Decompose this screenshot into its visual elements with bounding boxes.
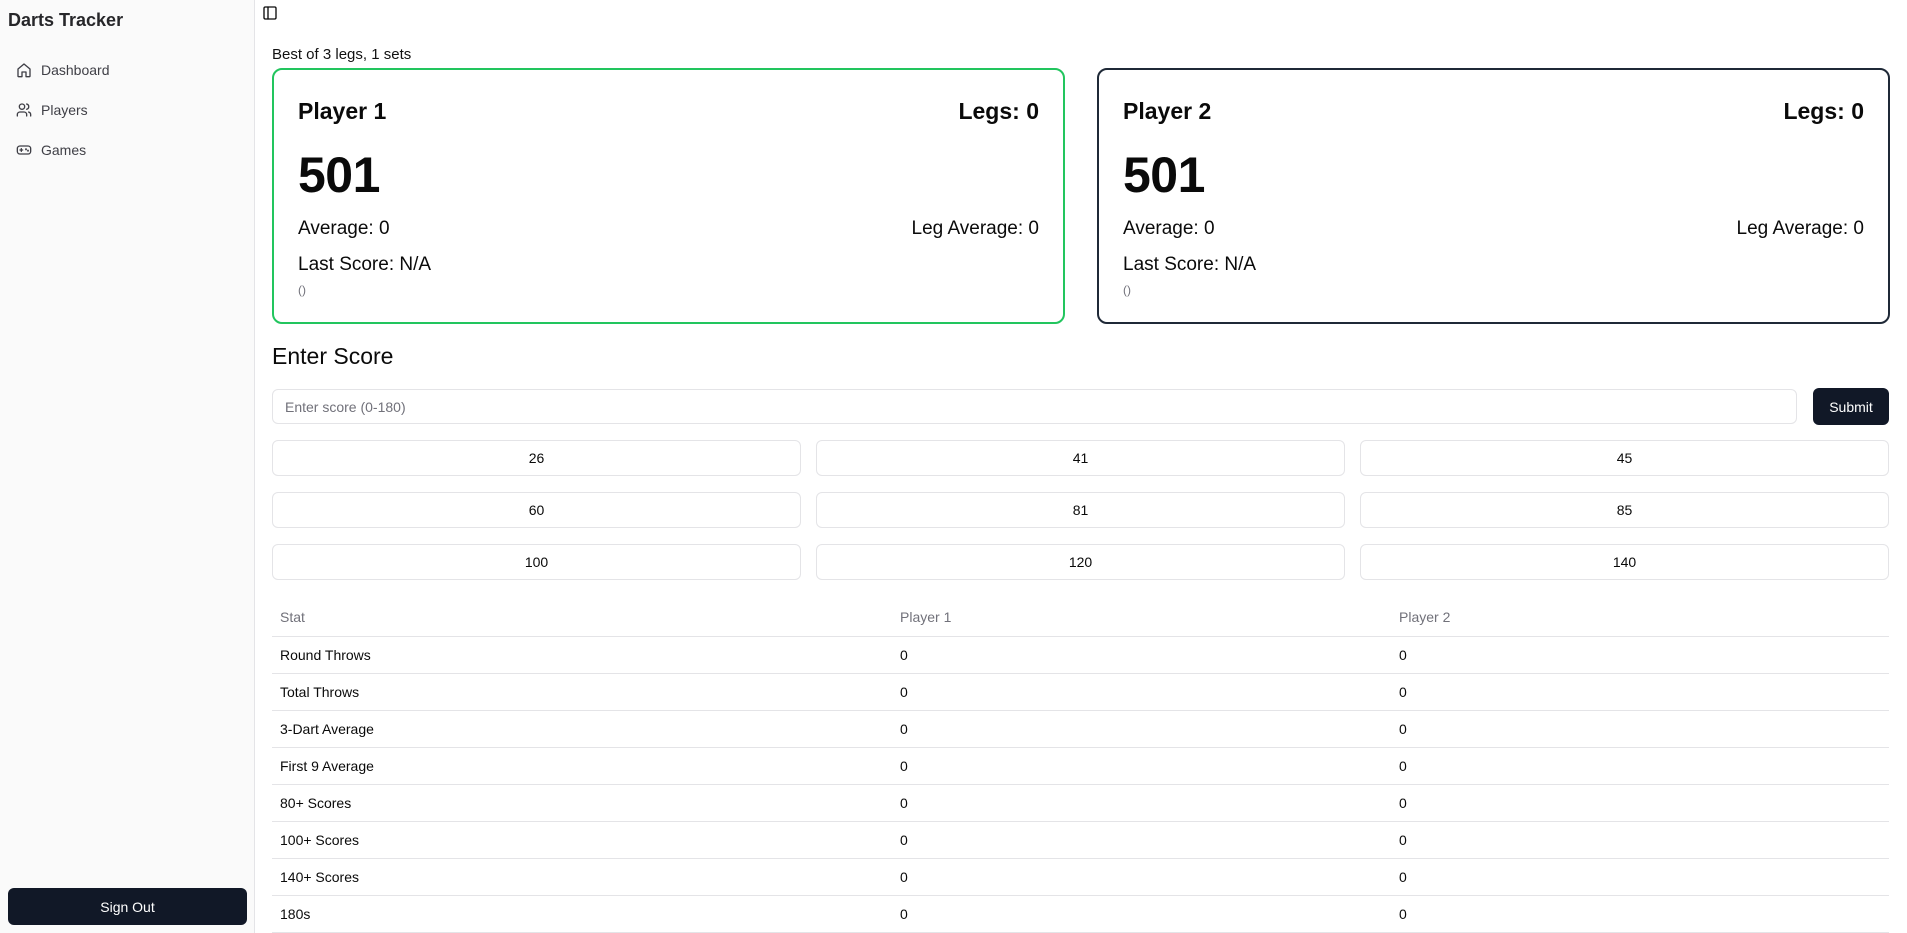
home-icon — [17, 63, 31, 78]
player-legs: Legs: 0 — [958, 98, 1039, 124]
table-row: 3-Dart Average 0 0 — [272, 710, 1889, 748]
quick-score-button[interactable]: 100 — [272, 544, 801, 580]
stat-value: 0 — [1391, 784, 1889, 822]
player-name: Player 1 — [298, 98, 387, 124]
sign-out-button[interactable]: Sign Out — [8, 888, 247, 925]
stat-value: 0 — [892, 710, 1391, 748]
quick-score-button[interactable]: 120 — [816, 544, 1345, 580]
player-leg-average: Leg Average: 0 — [911, 218, 1039, 239]
sidebar-nav: Dashboard Players Games — [8, 52, 248, 172]
table-row: Round Throws 0 0 — [272, 636, 1889, 674]
quick-score-button[interactable]: 85 — [1360, 492, 1889, 528]
player-last-score: Last Score: N/A — [1123, 254, 1257, 275]
stat-label: 180s — [272, 895, 892, 933]
quick-score-button[interactable]: 45 — [1360, 440, 1889, 476]
quick-score-button[interactable]: 60 — [272, 492, 801, 528]
gamepad-icon — [16, 145, 32, 155]
stat-label: 140+ Scores — [272, 858, 892, 896]
sidebar-item-dashboard[interactable]: Dashboard — [8, 52, 248, 88]
stat-label: First 9 Average — [272, 747, 892, 785]
stat-label: Total Throws — [272, 673, 892, 711]
stat-value: 0 — [892, 821, 1391, 859]
sidebar-item-games[interactable]: Games — [8, 132, 248, 168]
player-remaining-score: 501 — [298, 147, 380, 203]
table-row: Total Throws 0 0 — [272, 673, 1889, 711]
sidebar-toggle-button[interactable] — [262, 5, 278, 21]
enter-score-title: Enter Score — [272, 343, 394, 369]
stat-label: 3-Dart Average — [272, 710, 892, 748]
stat-value: 0 — [1391, 895, 1889, 933]
stat-value: 0 — [1391, 673, 1889, 711]
player-name: Player 2 — [1123, 98, 1212, 124]
player-last-score: Last Score: N/A — [298, 254, 432, 275]
player-legs: Legs: 0 — [1783, 98, 1864, 124]
stat-label: Round Throws — [272, 636, 892, 674]
sidebar: Darts Tracker Dashboard Players Games Si… — [0, 0, 255, 933]
stat-value: 0 — [892, 673, 1391, 711]
quick-score-button[interactable]: 140 — [1360, 544, 1889, 580]
stat-value: 0 — [892, 858, 1391, 896]
stat-value: 0 — [892, 747, 1391, 785]
player-last-darts: () — [1123, 283, 1131, 297]
player-average: Average: 0 — [1123, 218, 1215, 239]
stat-label: 80+ Scores — [272, 784, 892, 822]
column-header: Player 2 — [1391, 598, 1889, 637]
stat-value: 0 — [1391, 747, 1889, 785]
column-header: Stat — [272, 598, 892, 637]
sidebar-item-label: Games — [41, 142, 87, 158]
stat-value: 0 — [892, 784, 1391, 822]
column-header: Player 1 — [892, 598, 1391, 637]
table-row: 180s 0 0 — [272, 895, 1889, 933]
score-input[interactable] — [272, 389, 1797, 424]
player-last-darts: () — [298, 283, 306, 297]
stats-table: Stat Player 1 Player 2 Round Throws 0 0 … — [272, 598, 1889, 933]
stat-value: 0 — [1391, 858, 1889, 896]
stat-value: 0 — [1391, 821, 1889, 859]
sidebar-item-label: Dashboard — [41, 62, 110, 78]
player-card-1: Player 1 Legs: 0 501 Average: 0 Leg Aver… — [272, 68, 1065, 324]
sidebar-item-label: Players — [41, 102, 88, 118]
stat-value: 0 — [1391, 636, 1889, 674]
player-leg-average: Leg Average: 0 — [1736, 218, 1864, 239]
stat-label: 100+ Scores — [272, 821, 892, 859]
sidebar-toggle-icon — [263, 6, 277, 20]
quick-score-grid: 26 41 45 60 81 85 100 120 140 — [272, 440, 1889, 580]
table-row: First 9 Average 0 0 — [272, 747, 1889, 785]
submit-button[interactable]: Submit — [1813, 388, 1889, 425]
player-average: Average: 0 — [298, 218, 390, 239]
quick-score-button[interactable]: 81 — [816, 492, 1345, 528]
stat-value: 0 — [892, 895, 1391, 933]
sidebar-item-players[interactable]: Players — [8, 92, 248, 128]
player-card-2: Player 2 Legs: 0 501 Average: 0 Leg Aver… — [1097, 68, 1890, 324]
table-header-row: Stat Player 1 Player 2 — [272, 598, 1889, 637]
quick-score-button[interactable]: 41 — [816, 440, 1345, 476]
stat-value: 0 — [892, 636, 1391, 674]
table-row: 80+ Scores 0 0 — [272, 784, 1889, 822]
match-format: Best of 3 legs, 1 sets — [272, 46, 412, 63]
player-remaining-score: 501 — [1123, 147, 1205, 203]
stat-value: 0 — [1391, 710, 1889, 748]
app-brand: Darts Tracker — [8, 10, 124, 30]
table-row: 100+ Scores 0 0 — [272, 821, 1889, 859]
table-row: 140+ Scores 0 0 — [272, 858, 1889, 896]
users-icon — [16, 103, 32, 117]
quick-score-button[interactable]: 26 — [272, 440, 801, 476]
